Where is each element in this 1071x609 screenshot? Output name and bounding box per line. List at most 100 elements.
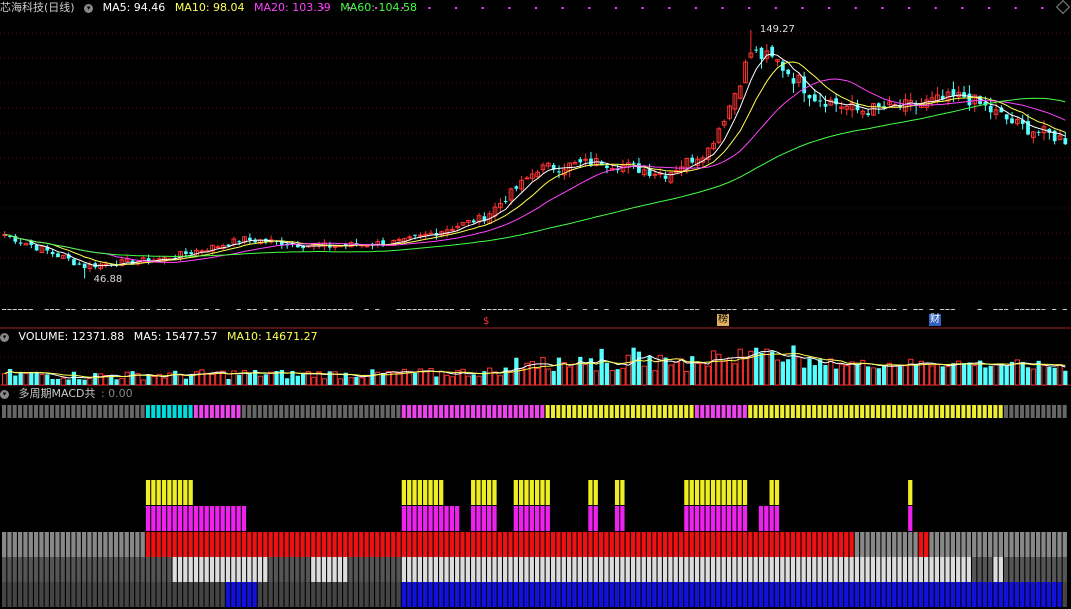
macd-strip-cell — [972, 405, 977, 418]
macd-block — [886, 532, 892, 557]
candle-body — [215, 246, 221, 249]
macd-block — [401, 480, 407, 505]
volume-bar — [705, 365, 711, 386]
macd-block — [492, 582, 497, 607]
macd-strip-cell — [540, 405, 545, 418]
signal-dash — [822, 309, 828, 310]
signal-dash — [97, 309, 103, 310]
macd-block — [881, 582, 886, 607]
macd-block — [327, 557, 332, 582]
macd-block — [412, 480, 417, 505]
macd-block — [241, 506, 247, 531]
macd-block — [460, 582, 465, 607]
event-mark-dollar[interactable]: $ — [482, 316, 490, 328]
volume-bar — [838, 364, 845, 386]
signal-dash — [785, 309, 790, 310]
macd-block — [108, 532, 113, 557]
macd-strip-cell — [801, 405, 806, 418]
macd-block — [55, 582, 60, 607]
macd-block — [97, 532, 103, 557]
macd-block — [305, 557, 311, 582]
macd-block — [433, 557, 438, 582]
macd-block — [732, 532, 737, 557]
signal-dash — [662, 309, 668, 310]
macd-block — [1041, 582, 1046, 607]
volume-bar — [807, 358, 812, 385]
macd-block — [604, 557, 609, 582]
macd-block — [817, 582, 822, 607]
macd-block — [582, 557, 588, 582]
volume-bar — [834, 368, 839, 385]
event-mark-bang[interactable]: 榜 — [717, 314, 729, 326]
macd-block — [764, 532, 769, 557]
macd-block — [460, 557, 465, 582]
macd-block — [321, 557, 327, 582]
volume-bar — [770, 351, 775, 385]
macd-block — [694, 480, 700, 505]
macd-block — [662, 532, 668, 557]
volume-bar — [55, 378, 61, 385]
candle-body — [364, 245, 370, 248]
signal-dash — [236, 309, 241, 310]
macd-block — [716, 506, 721, 531]
signal-dash — [337, 309, 343, 310]
candle-body — [1004, 114, 1009, 120]
signal-dash — [65, 309, 71, 310]
macd-block — [337, 582, 343, 607]
macd-strip-cell — [124, 405, 129, 418]
macd-strip-cell — [940, 405, 945, 418]
signal-dash — [23, 309, 28, 310]
signal-dot — [668, 7, 671, 9]
macd-strip-cell — [769, 405, 774, 418]
macd-strip-cell — [103, 405, 108, 418]
macd-block — [188, 480, 193, 505]
macd-block — [348, 557, 353, 582]
macd-block — [769, 480, 774, 505]
macd-block — [630, 582, 636, 607]
signal-dash — [684, 309, 689, 310]
stock-chart[interactable] — [0, 0, 1071, 609]
macd-block — [124, 532, 129, 557]
volume-bar — [636, 351, 642, 385]
event-mark-cai[interactable]: 财 — [929, 314, 941, 326]
macd-block — [812, 582, 817, 607]
signal-dash — [694, 309, 700, 310]
macd-block — [865, 557, 870, 582]
macd-block — [998, 557, 1003, 582]
macd-strip-cell — [327, 405, 332, 418]
macd-block — [966, 557, 971, 582]
macd-block — [716, 480, 721, 505]
macd-block — [481, 506, 486, 531]
macd-block — [806, 582, 812, 607]
macd-block — [758, 582, 764, 607]
macd-block — [721, 557, 726, 582]
macd-block — [924, 532, 929, 557]
signal-dash — [311, 309, 316, 310]
candle-body — [988, 105, 993, 113]
signal-dash — [289, 309, 295, 310]
macd-strip-cell — [1041, 405, 1046, 418]
macd-block — [641, 532, 646, 557]
macd-block — [7, 582, 12, 607]
macd-block — [694, 506, 700, 531]
volume-bar — [780, 361, 785, 385]
macd-block — [689, 557, 694, 582]
macd-block — [753, 582, 758, 607]
macd-strip-cell — [844, 405, 849, 418]
signal-dash — [263, 309, 268, 310]
volume-bar — [151, 376, 157, 386]
macd-block — [934, 532, 940, 557]
signal-dash — [940, 309, 945, 310]
signal-dash — [625, 309, 630, 310]
volume-bar — [892, 365, 898, 386]
macd-strip-cell — [1030, 405, 1035, 418]
macd-block — [780, 532, 785, 557]
macd-block — [918, 557, 924, 582]
macd-strip-cell — [295, 405, 300, 418]
macd-block — [1062, 582, 1067, 607]
macd-block — [1009, 557, 1014, 582]
macd-strip-cell — [364, 405, 369, 418]
signal-dash — [646, 309, 652, 310]
macd-block — [476, 506, 481, 531]
macd-block — [833, 557, 838, 582]
